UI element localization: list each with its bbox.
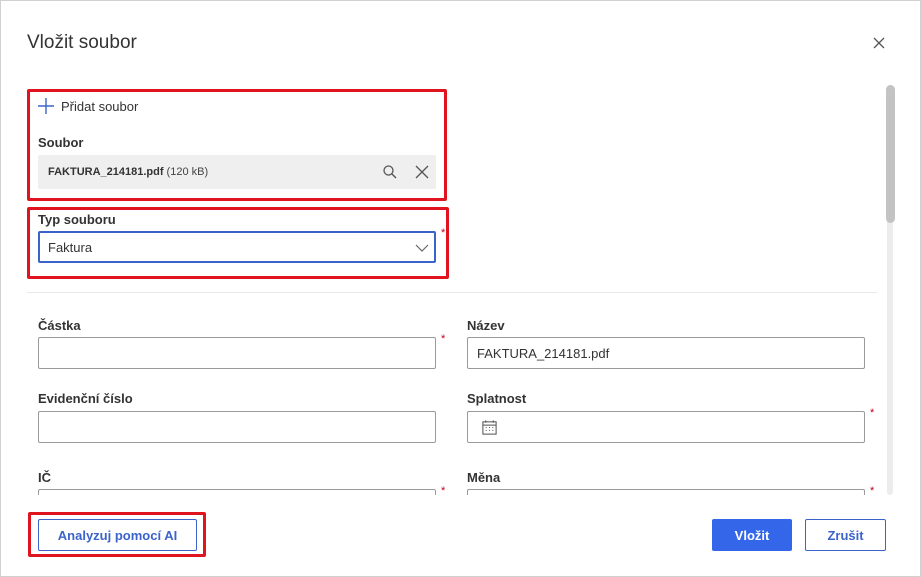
castka-required-mark: * — [441, 333, 446, 345]
insert-file-dialog: Vložit soubor Přidat soubor Soubor FAKTU… — [0, 0, 921, 577]
cancel-button[interactable]: Zrušit — [805, 519, 886, 551]
evidencni-input[interactable] — [38, 411, 436, 443]
file-type-select[interactable]: Faktura — [38, 231, 436, 263]
mena-label: Měna — [467, 470, 501, 485]
chevron-down-icon — [415, 244, 429, 252]
splatnost-date-input[interactable] — [467, 411, 865, 443]
dialog-scrollbar[interactable] — [884, 85, 896, 495]
splatnost-label: Splatnost — [467, 391, 527, 406]
form-fields-area: Částka * Název FAKTURA_214181.pdf Eviden… — [1, 301, 885, 495]
plus-icon — [38, 98, 54, 114]
add-file-button[interactable]: Přidat soubor — [37, 96, 138, 116]
footer-separator — [1, 495, 920, 496]
remove-file-icon[interactable] — [413, 163, 431, 181]
close-icon[interactable] — [870, 34, 888, 52]
nazev-label: Název — [467, 318, 505, 333]
mena-required-mark: * — [870, 485, 875, 495]
evidencni-label: Evidenční číslo — [38, 391, 133, 406]
ic-label: IČ — [38, 470, 51, 485]
attached-file-row: FAKTURA_214181.pdf (120 kB) — [38, 155, 436, 189]
dialog-title: Vložit soubor — [27, 32, 137, 53]
calendar-icon[interactable] — [481, 419, 498, 436]
castka-input[interactable] — [38, 337, 436, 369]
file-name: FAKTURA_214181.pdf — [48, 166, 164, 178]
analyze-ai-button[interactable]: Analyzuj pomocí AI — [38, 519, 197, 551]
scrollbar-thumb[interactable] — [886, 85, 895, 223]
ic-required-mark: * — [441, 485, 446, 495]
file-label: Soubor — [38, 135, 84, 150]
insert-button[interactable]: Vložit — [712, 519, 792, 551]
file-type-label: Typ souboru — [38, 212, 116, 227]
splatnost-required-mark: * — [870, 407, 875, 419]
file-type-required-mark: * — [441, 227, 446, 239]
nazev-input[interactable]: FAKTURA_214181.pdf — [467, 337, 865, 369]
add-file-label: Přidat soubor — [61, 98, 139, 114]
search-icon[interactable] — [381, 163, 399, 181]
nazev-value: FAKTURA_214181.pdf — [477, 345, 610, 361]
castka-label: Částka — [38, 318, 81, 333]
file-size: (120 kB) — [166, 166, 209, 178]
file-type-value: Faktura — [48, 239, 93, 255]
section-divider — [27, 292, 877, 293]
